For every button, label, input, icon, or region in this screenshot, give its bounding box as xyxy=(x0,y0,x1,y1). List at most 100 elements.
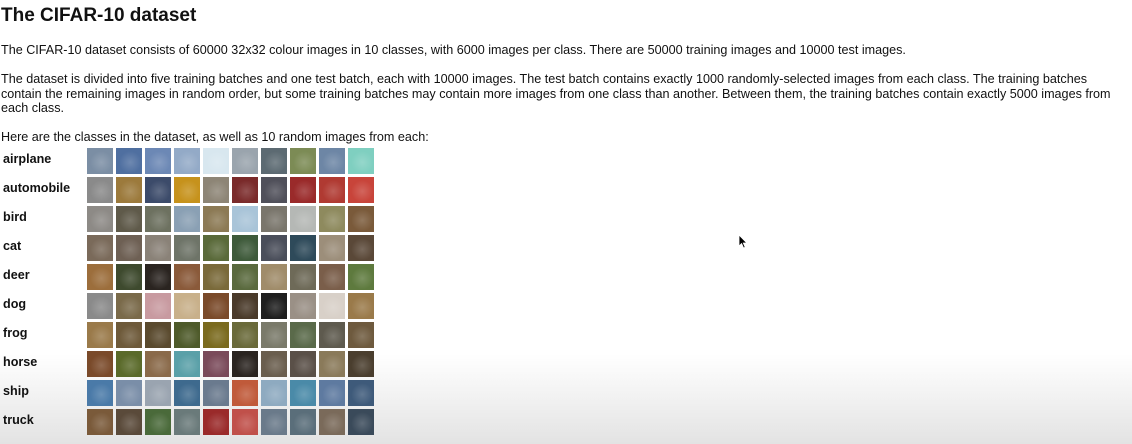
sample-image-thumbnail[interactable] xyxy=(348,264,374,290)
sample-image-thumbnail[interactable] xyxy=(145,235,171,261)
sample-image-thumbnail[interactable] xyxy=(87,322,113,348)
sample-image-thumbnail[interactable] xyxy=(348,148,374,174)
sample-image-thumbnail[interactable] xyxy=(174,177,200,203)
sample-image-thumbnail[interactable] xyxy=(87,380,113,406)
sample-image-thumbnail[interactable] xyxy=(116,409,142,435)
sample-image-thumbnail[interactable] xyxy=(145,177,171,203)
sample-image-thumbnail[interactable] xyxy=(319,322,345,348)
sample-image-thumbnail[interactable] xyxy=(290,148,316,174)
sample-image-thumbnail[interactable] xyxy=(145,206,171,232)
sample-image-thumbnail[interactable] xyxy=(290,177,316,203)
sample-image-thumbnail[interactable] xyxy=(261,293,287,319)
sample-image-thumbnail[interactable] xyxy=(348,409,374,435)
sample-image-thumbnail[interactable] xyxy=(203,264,229,290)
sample-image-thumbnail[interactable] xyxy=(290,206,316,232)
sample-image-thumbnail[interactable] xyxy=(116,177,142,203)
sample-image-thumbnail[interactable] xyxy=(174,409,200,435)
sample-image-thumbnail[interactable] xyxy=(145,322,171,348)
sample-image-thumbnail[interactable] xyxy=(203,351,229,377)
sample-image-thumbnail[interactable] xyxy=(348,380,374,406)
sample-image-thumbnail[interactable] xyxy=(348,177,374,203)
sample-image-thumbnail[interactable] xyxy=(232,206,258,232)
sample-image-thumbnail[interactable] xyxy=(174,351,200,377)
sample-image-thumbnail[interactable] xyxy=(319,177,345,203)
sample-image-thumbnail[interactable] xyxy=(319,351,345,377)
sample-image-thumbnail[interactable] xyxy=(261,351,287,377)
sample-image-thumbnail[interactable] xyxy=(145,409,171,435)
sample-image-thumbnail[interactable] xyxy=(261,148,287,174)
sample-image-thumbnail[interactable] xyxy=(232,322,258,348)
sample-image-thumbnail[interactable] xyxy=(87,148,113,174)
sample-image-thumbnail[interactable] xyxy=(87,206,113,232)
sample-image-thumbnail[interactable] xyxy=(145,264,171,290)
sample-image-thumbnail[interactable] xyxy=(145,148,171,174)
sample-image-thumbnail[interactable] xyxy=(261,264,287,290)
sample-image-thumbnail[interactable] xyxy=(116,322,142,348)
sample-image-thumbnail[interactable] xyxy=(87,264,113,290)
sample-image-thumbnail[interactable] xyxy=(203,148,229,174)
sample-image-thumbnail[interactable] xyxy=(290,409,316,435)
sample-image-thumbnail[interactable] xyxy=(319,409,345,435)
sample-image-thumbnail[interactable] xyxy=(232,235,258,261)
sample-image-thumbnail[interactable] xyxy=(174,293,200,319)
sample-image-thumbnail[interactable] xyxy=(174,264,200,290)
sample-image-thumbnail[interactable] xyxy=(261,409,287,435)
sample-image-thumbnail[interactable] xyxy=(261,380,287,406)
sample-image-thumbnail[interactable] xyxy=(319,148,345,174)
sample-image-thumbnail[interactable] xyxy=(232,264,258,290)
sample-image-thumbnail[interactable] xyxy=(174,235,200,261)
sample-image-thumbnail[interactable] xyxy=(348,235,374,261)
sample-image-thumbnail[interactable] xyxy=(145,380,171,406)
sample-image-thumbnail[interactable] xyxy=(203,380,229,406)
sample-image-thumbnail[interactable] xyxy=(290,264,316,290)
sample-image-thumbnail[interactable] xyxy=(290,235,316,261)
sample-image-thumbnail[interactable] xyxy=(348,351,374,377)
sample-image-thumbnail[interactable] xyxy=(116,206,142,232)
sample-image-thumbnail[interactable] xyxy=(261,322,287,348)
sample-image-thumbnail[interactable] xyxy=(203,177,229,203)
sample-image-thumbnail[interactable] xyxy=(232,148,258,174)
sample-image-thumbnail[interactable] xyxy=(87,235,113,261)
sample-image-thumbnail[interactable] xyxy=(203,409,229,435)
sample-image-thumbnail[interactable] xyxy=(290,293,316,319)
sample-image-thumbnail[interactable] xyxy=(319,293,345,319)
sample-image-thumbnail[interactable] xyxy=(174,380,200,406)
sample-image-thumbnail[interactable] xyxy=(319,264,345,290)
sample-image-thumbnail[interactable] xyxy=(261,177,287,203)
sample-image-thumbnail[interactable] xyxy=(116,148,142,174)
sample-image-thumbnail[interactable] xyxy=(116,380,142,406)
sample-image-thumbnail[interactable] xyxy=(203,235,229,261)
sample-image-thumbnail[interactable] xyxy=(290,322,316,348)
sample-image-thumbnail[interactable] xyxy=(232,351,258,377)
sample-image-thumbnail[interactable] xyxy=(290,380,316,406)
sample-image-thumbnail[interactable] xyxy=(87,177,113,203)
sample-image-thumbnail[interactable] xyxy=(261,206,287,232)
sample-image-thumbnail[interactable] xyxy=(145,293,171,319)
sample-image-thumbnail[interactable] xyxy=(348,322,374,348)
sample-image-thumbnail[interactable] xyxy=(261,235,287,261)
sample-image-thumbnail[interactable] xyxy=(116,264,142,290)
sample-image-thumbnail[interactable] xyxy=(232,409,258,435)
sample-image-thumbnail[interactable] xyxy=(319,235,345,261)
sample-image-thumbnail[interactable] xyxy=(232,293,258,319)
sample-image-thumbnail[interactable] xyxy=(116,235,142,261)
sample-image-thumbnail[interactable] xyxy=(348,206,374,232)
sample-image-thumbnail[interactable] xyxy=(203,293,229,319)
sample-image-thumbnail[interactable] xyxy=(116,293,142,319)
sample-image-thumbnail[interactable] xyxy=(116,351,142,377)
sample-image-thumbnail[interactable] xyxy=(87,409,113,435)
sample-image-thumbnail[interactable] xyxy=(174,322,200,348)
sample-image-thumbnail[interactable] xyxy=(87,293,113,319)
sample-image-thumbnail[interactable] xyxy=(87,351,113,377)
sample-image-thumbnail[interactable] xyxy=(203,206,229,232)
sample-image-thumbnail[interactable] xyxy=(174,148,200,174)
sample-image-thumbnail[interactable] xyxy=(290,351,316,377)
sample-image-thumbnail[interactable] xyxy=(232,177,258,203)
sample-image-thumbnail[interactable] xyxy=(145,351,171,377)
sample-image-thumbnail[interactable] xyxy=(232,380,258,406)
sample-image-thumbnail[interactable] xyxy=(319,206,345,232)
sample-image-thumbnail[interactable] xyxy=(348,293,374,319)
sample-image-thumbnail[interactable] xyxy=(203,322,229,348)
sample-image-thumbnail[interactable] xyxy=(319,380,345,406)
sample-image-thumbnail[interactable] xyxy=(174,206,200,232)
